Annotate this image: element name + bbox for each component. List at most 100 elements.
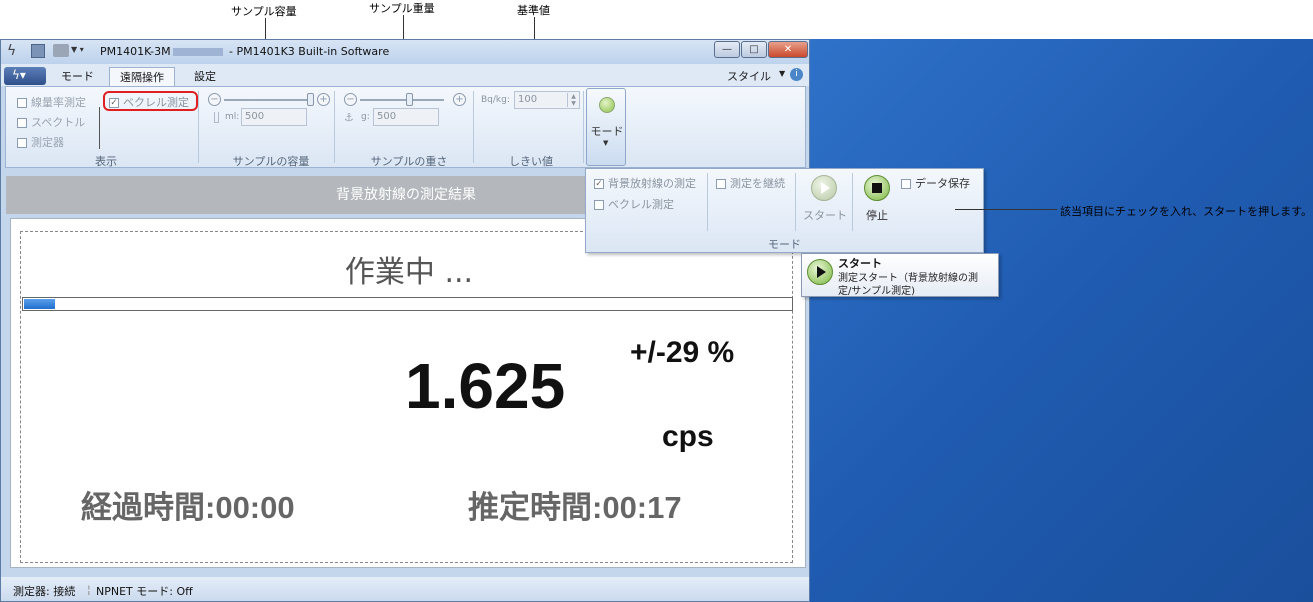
group-label-volume: サンプルの容量 [232, 155, 310, 168]
start-button[interactable]: スタート [800, 173, 850, 225]
app-menu-icon: ϟ▾ [12, 68, 26, 82]
app-logo-icon: ϟ [7, 43, 17, 59]
threshold-spinner-icon[interactable]: ▲ ▼ [567, 93, 579, 107]
annotation-sample-volume: サンプル容量 [231, 5, 297, 18]
checkbox-checked-icon: ✓ [109, 98, 119, 108]
work-status: 作業中 ... [344, 255, 474, 290]
checkbox-icon [901, 179, 911, 189]
tooltip-line2: 定/サンプル測定) [838, 286, 915, 297]
annotation-reference-value: 基準値 [517, 4, 550, 17]
checkbox-checked-icon: ✓ [594, 179, 604, 189]
window-title-app: - PM1401K3 Built-in Software [229, 45, 390, 58]
tab-settings[interactable]: 設定 [184, 67, 226, 86]
ribbon-panel: 線量率測定 スペクトル 測定器 ✓ ベクレル測定 表示 − + ml: 500 サ… [5, 86, 806, 168]
progress-bar-fill [24, 299, 55, 309]
npnet-status: NPNET モード: Off [96, 585, 193, 598]
minimize-button[interactable]: — [714, 41, 740, 58]
close-button[interactable]: ✕ [768, 41, 808, 58]
status-bar: 測定器: 接続 ¦ NPNET モード: Off [1, 577, 809, 601]
stop-square-icon [872, 183, 882, 193]
app-menu-button[interactable]: ϟ▾ [4, 67, 46, 85]
group-label-threshold: しきい値 [509, 155, 553, 168]
volume-unit: ml: [225, 112, 240, 122]
chevron-down-icon[interactable]: ▼ ▾ [71, 45, 84, 54]
start-label: スタート [803, 209, 847, 222]
maximize-button[interactable]: □ [741, 41, 767, 58]
scale-icon: ⚓ [344, 111, 354, 124]
style-menu[interactable]: スタイル [727, 68, 771, 84]
group-separator [473, 91, 474, 163]
results-panel: 作業中 ... 1.625 +/-29 % cps 経過時間:00:00 推定時… [10, 218, 806, 568]
annotation-instruction: 該当項目にチェックを入れ、スタートを押します。 [1060, 205, 1313, 218]
desktop-background [808, 39, 1313, 602]
group-separator [852, 173, 853, 231]
weight-decrease-button[interactable]: − [344, 93, 357, 106]
ribbon-tab-bar: ϟ▾ モード 遠隔操作 設定 スタイル ▼ i [1, 64, 809, 86]
chevron-down-icon: ▼ [603, 139, 609, 147]
measurement-error: +/-29 % [630, 336, 735, 369]
checkbox-icon [594, 200, 604, 210]
elapsed-time: 経過時間:00:00 [81, 490, 295, 525]
group-label-display: 表示 [95, 155, 117, 168]
mode-dropdown-button[interactable]: モード ▼ [586, 88, 626, 166]
checkbox-icon [17, 138, 27, 148]
annotation-sample-weight: サンプル重量 [369, 2, 435, 15]
checkbox-icon [17, 118, 27, 128]
window-title-device: PM1401K-3M [100, 45, 171, 58]
title-bar: ϟ ▼ ▾ PM1401K-3M - PM1401K3 Built-in Sof… [1, 40, 809, 64]
checkbox-dose-rate[interactable]: 線量率測定 [17, 94, 86, 110]
save-icon[interactable] [31, 44, 45, 58]
printer-icon[interactable] [53, 44, 69, 57]
volume-slider-thumb[interactable] [307, 93, 314, 106]
checkbox-icon [716, 179, 726, 189]
group-separator [334, 91, 335, 163]
start-tooltip: スタート 測定スタート（背景放射線の測 定/サンプル測定) [801, 253, 999, 297]
app-window: ϟ ▼ ▾ PM1401K-3M - PM1401K3 Built-in Sof… [0, 39, 810, 602]
mode-icon [599, 97, 615, 113]
group-separator [198, 91, 199, 163]
weight-increase-button[interactable]: + [453, 93, 466, 106]
tab-mode[interactable]: モード [51, 67, 104, 86]
measurement-value: 1.625 [405, 350, 566, 422]
group-separator [795, 173, 796, 231]
volume-increase-button[interactable]: + [317, 93, 330, 106]
checkbox-continue-measure[interactable]: 測定を継続 [716, 175, 785, 191]
group-separator [583, 91, 584, 163]
checkbox-background-measure[interactable]: ✓ 背景放射線の測定 [594, 175, 696, 191]
stop-button[interactable]: 停止 [856, 173, 896, 225]
info-icon[interactable]: i [790, 68, 803, 81]
group-separator [707, 173, 708, 231]
checkbox-becquerel-mode[interactable]: ベクレル測定 [594, 196, 674, 212]
measurement-unit: cps [662, 420, 714, 453]
mode-button-label: モード [590, 125, 624, 138]
checkbox-spectrum[interactable]: スペクトル [17, 114, 85, 130]
weight-slider-thumb[interactable] [406, 93, 413, 106]
weight-input[interactable]: 500 [373, 108, 439, 126]
threshold-unit: Bq/kg: [481, 95, 510, 105]
checkbox-becquerel[interactable]: ✓ ベクレル測定 [109, 94, 189, 110]
mode-dropdown-panel: ✓ 背景放射線の測定 ベクレル測定 測定を継続 スタート 停止 データ保存 モード [585, 168, 984, 253]
volume-input[interactable]: 500 [241, 108, 307, 126]
stop-label: 停止 [866, 209, 888, 222]
group-label-mode: モード [768, 238, 801, 251]
status-separator: ¦ [87, 583, 91, 596]
checkbox-icon [17, 98, 27, 108]
play-triangle-icon [821, 182, 830, 194]
checkbox-device[interactable]: 測定器 [17, 134, 64, 150]
volume-slider[interactable] [224, 99, 308, 101]
tab-remote[interactable]: 遠隔操作 [109, 67, 175, 86]
weight-slider[interactable] [360, 99, 444, 101]
volume-decrease-button[interactable]: − [208, 93, 221, 106]
beaker-icon [214, 112, 219, 123]
group-label-weight: サンプルの重さ [370, 155, 448, 168]
device-status: 測定器: 接続 [13, 585, 76, 598]
play-triangle-icon [817, 266, 826, 278]
weight-unit: g: [361, 112, 370, 122]
annotation-line [955, 209, 1057, 210]
checkbox-save-data[interactable]: データ保存 [901, 175, 970, 191]
redacted-serial [173, 48, 223, 56]
chevron-down-icon[interactable]: ▼ [779, 69, 785, 78]
estimated-time: 推定時間:00:17 [468, 490, 682, 525]
progress-bar [22, 297, 793, 311]
annotation-line [99, 107, 100, 149]
